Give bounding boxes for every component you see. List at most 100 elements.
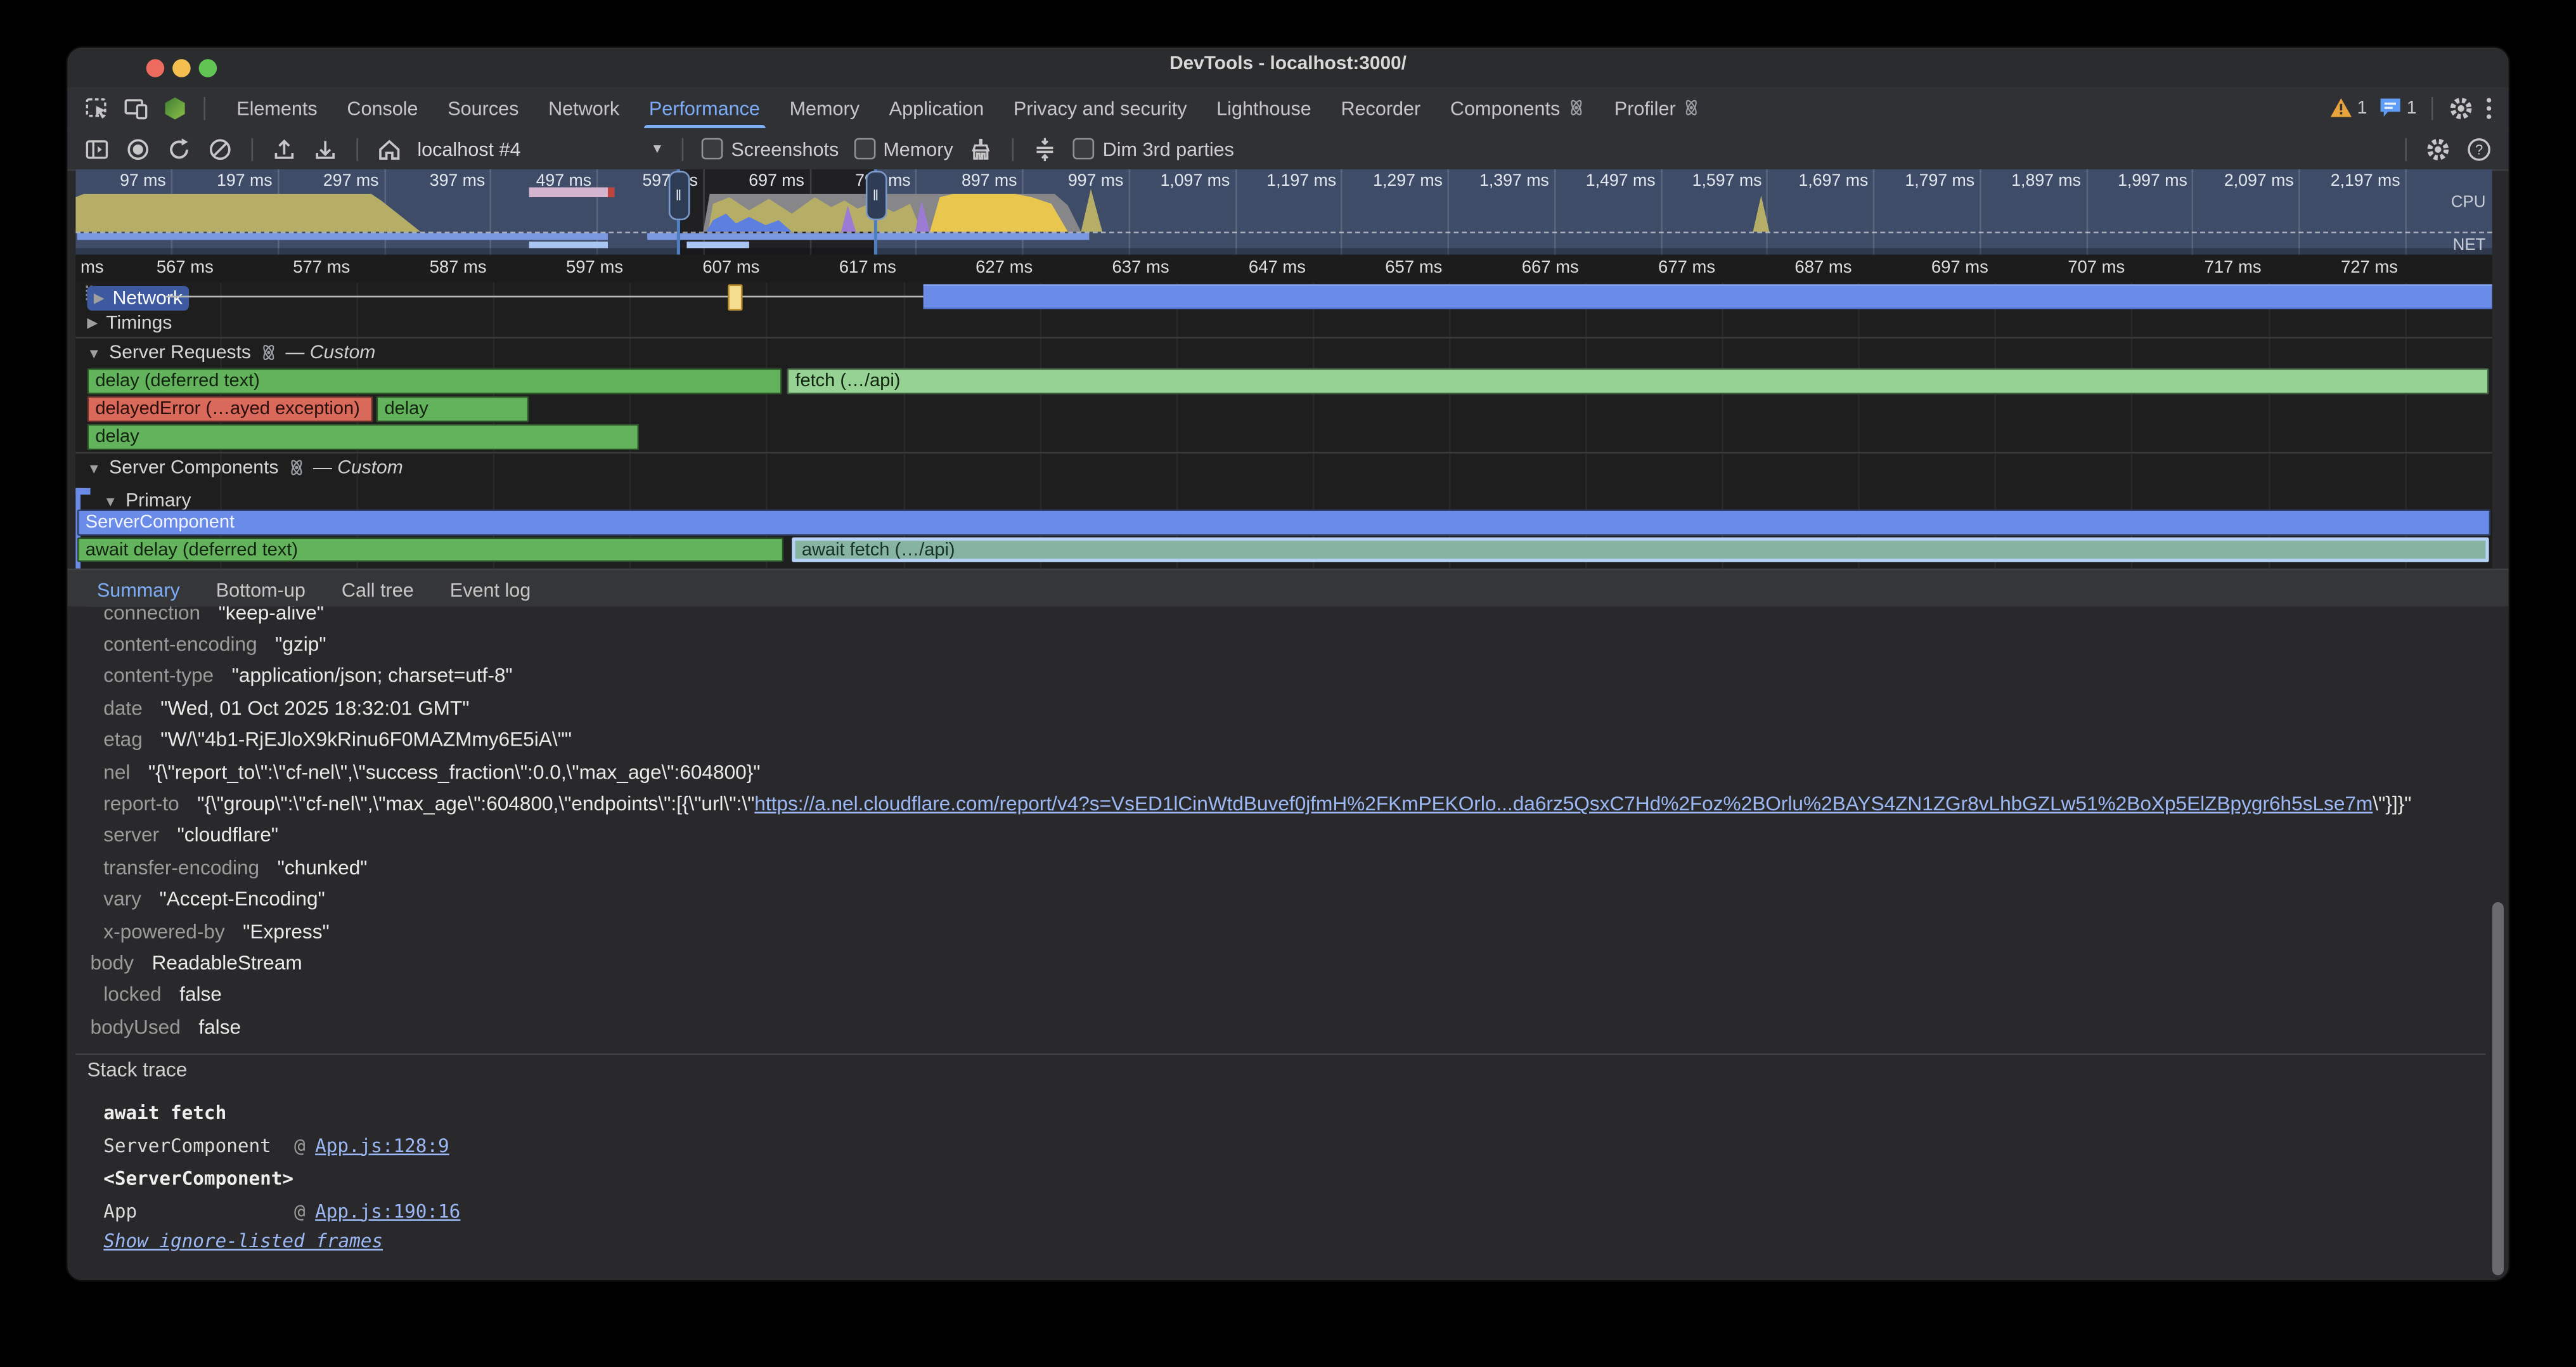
save-profile-icon[interactable] (312, 136, 338, 162)
devtools-tabbar: Elements ConsoleSourcesNetwork Performance… (67, 87, 2508, 129)
network-track-header[interactable]: ▶ Network ⣿ (84, 284, 93, 302)
ruler-time-label: 637 ms (1112, 258, 1176, 278)
tab-memory[interactable]: Memory (775, 87, 874, 128)
track-divider (75, 337, 2492, 339)
property-row: nel"{\"report_to\":\"cf-nel\",\"success_… (75, 756, 2476, 787)
primary-thread-label: Primary (126, 489, 191, 511)
issues-icon[interactable] (2379, 97, 2402, 119)
inspect-element-icon[interactable] (84, 94, 110, 120)
server-requests-track-header[interactable]: ▼ Server Requests — Custom (87, 342, 375, 363)
help-icon[interactable]: ? (2466, 136, 2492, 162)
timeline-event-bar[interactable]: fetch (…/api) (787, 368, 2489, 394)
collapse-tracks-icon[interactable] (1032, 136, 1058, 162)
timeline-event-bar[interactable]: ServerComponent (77, 509, 2490, 534)
network-request-bar[interactable] (924, 284, 2492, 309)
details-tab-label: Event log (450, 578, 531, 600)
frame-source-link[interactable]: App.js:190:16 (315, 1200, 460, 1222)
history-select[interactable]: localhost #4 ▼ (417, 137, 664, 160)
memory-checkbox[interactable]: Memory (854, 137, 953, 160)
property-value: false (198, 1015, 241, 1038)
details-tab-bottom-up[interactable]: Bottom-up (198, 570, 323, 608)
timeline-ruler[interactable]: ms567 ms577 ms587 ms597 ms607 ms617 ms62… (75, 255, 2492, 285)
more-options-icon[interactable] (2485, 94, 2492, 120)
record-button[interactable] (125, 136, 151, 162)
timeline-minimap[interactable]: 97 ms197 ms297 ms397 ms497 ms597 ms697 m… (75, 169, 2492, 255)
minimap-left-handle-grip[interactable]: ‖ (669, 171, 690, 221)
expanded-triangle-icon[interactable]: ▼ (87, 344, 101, 361)
stack-trace-frames: await fetchServerComponent@App.js:128:9<… (103, 1096, 2476, 1228)
timings-track-header[interactable]: ▶ Timings (87, 312, 172, 334)
device-toolbar-icon[interactable] (123, 94, 149, 120)
details-tabbar: SummaryBottom-upCall tree Event log (67, 569, 2508, 610)
checkbox-box[interactable] (702, 138, 723, 160)
tab-privacy-and-security[interactable]: Privacy and security (999, 87, 1202, 128)
ruler-time-label: 607 ms (702, 258, 766, 278)
load-profile-icon[interactable] (271, 136, 297, 162)
details-tab-call-tree[interactable]: Call tree (323, 570, 432, 608)
collapsed-triangle-icon[interactable]: ▶ (87, 314, 98, 332)
timeline-event-bar[interactable]: delay (deferred text) (87, 368, 782, 394)
settings-gear-icon[interactable] (2448, 94, 2474, 120)
tab-performance[interactable]: Performance (634, 87, 775, 128)
timeline-event-bar[interactable]: await fetch (…/api) (792, 537, 2489, 562)
server-components-track-header[interactable]: ▼ Server Components — Custom (87, 457, 402, 479)
report-to-url-link[interactable]: https://a.nel.cloudflare.com/report/v4?s… (754, 792, 2373, 815)
reload-and-record-button[interactable] (166, 136, 192, 162)
checkbox-box[interactable] (854, 138, 875, 160)
details-tab-event-log[interactable]: Event log (432, 570, 549, 608)
event-label: await delay (deferred text) (86, 540, 298, 560)
expanded-triangle-icon[interactable]: ▼ (87, 459, 101, 476)
clear-button[interactable] (207, 136, 233, 162)
tab-console[interactable]: Console (332, 87, 433, 128)
server-components-track-label: Server Components (109, 457, 278, 479)
property-value: "cloudflare" (177, 824, 278, 847)
primary-thread-header[interactable]: ▼ Primary (103, 489, 191, 511)
frame-source-link[interactable]: App.js:128:9 (315, 1135, 449, 1156)
tab-sources[interactable]: Sources (433, 87, 534, 128)
timeline-event-bar[interactable]: await delay (deferred text) (77, 537, 783, 562)
frame-at-symbol: @ (294, 1200, 306, 1222)
checkbox-box[interactable] (1073, 138, 1095, 160)
details-tab-summary[interactable]: Summary (79, 570, 198, 608)
property-key: body (91, 952, 134, 975)
tab-profiler[interactable]: Profiler (1599, 87, 1715, 128)
tab-label: Elements (236, 96, 317, 119)
vertical-scrollbar[interactable] (2492, 902, 2504, 1275)
summary-pane[interactable]: connection"keep-alive"content-encoding"g… (67, 606, 2508, 1280)
screenshots-checkbox[interactable]: Screenshots (702, 137, 839, 160)
issues-count: 1 (2407, 98, 2417, 117)
timeline-tracks[interactable]: ▶ Network ⣿ ▶ Timings ▼ Server Requests … (75, 283, 2492, 569)
minimap-right-handle-grip[interactable]: ‖ (866, 171, 887, 221)
event-label: await fetch (…/api) (802, 540, 955, 560)
home-icon[interactable] (377, 136, 402, 162)
warnings-icon[interactable] (2329, 97, 2352, 119)
expanded-triangle-icon[interactable]: ▼ (103, 492, 117, 509)
ruler-time-label: 657 ms (1385, 258, 1448, 278)
divider (2405, 137, 2407, 160)
property-row: etag"W/\"4b1-RjEJloX9kRinu6F0MAZMmy6E5iA… (75, 724, 2476, 756)
ruler-time-label: 617 ms (839, 258, 903, 278)
panel-settings-gear-icon[interactable] (2425, 136, 2451, 162)
tab-application[interactable]: Application (874, 87, 998, 128)
divider (356, 137, 358, 160)
timeline-event-bar[interactable]: delay (377, 396, 529, 422)
tab-lighthouse[interactable]: Lighthouse (1202, 87, 1326, 128)
network-request-marker[interactable] (728, 283, 742, 309)
show-ignore-listed-frames-link[interactable]: Show ignore-listed frames (103, 1231, 383, 1252)
event-label: ServerComponent (86, 512, 235, 532)
dim-3rd-parties-checkbox[interactable]: Dim 3rd parties (1073, 137, 1234, 160)
toggle-sidebar-icon[interactable] (84, 136, 110, 162)
tab-recorder[interactable]: Recorder (1326, 87, 1435, 128)
memory-label: Memory (883, 137, 953, 160)
divider (1012, 137, 1014, 160)
property-value: "Wed, 01 Oct 2025 18:32:01 GMT" (160, 697, 469, 720)
timeline-event-bar[interactable]: delayedError (…ayed exception) (87, 396, 373, 422)
timeline-event-bar[interactable]: delay (87, 424, 639, 450)
garbage-collect-icon[interactable] (968, 136, 994, 162)
tab-label: Performance (649, 96, 760, 119)
event-label: delay (384, 399, 428, 418)
tab-elements[interactable]: Elements (222, 87, 332, 128)
tab-network[interactable]: Network (534, 87, 634, 128)
collapsed-triangle-icon[interactable]: ▶ (94, 289, 105, 308)
tab-components[interactable]: Components (1436, 87, 1600, 128)
